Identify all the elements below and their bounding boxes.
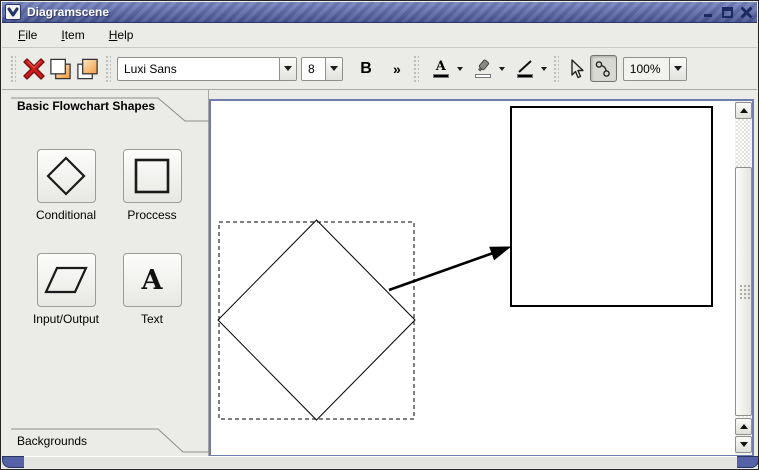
font-color-swatch: [432, 73, 449, 78]
line-color-button[interactable]: [513, 57, 537, 81]
diagram-canvas[interactable]: [211, 101, 735, 455]
diamond-icon: [46, 156, 86, 196]
process-shape-button[interactable]: [122, 149, 182, 203]
conditional-shape-button[interactable]: [36, 149, 96, 203]
diagram-arrow-head[interactable]: [489, 246, 512, 261]
shape-cell-text: A Text: [113, 253, 191, 326]
selection-rect[interactable]: [218, 221, 415, 420]
window-corner-right: [737, 456, 758, 468]
send-to-back-button[interactable]: [74, 55, 101, 82]
zoom-value: 100%: [629, 61, 661, 76]
titlebar[interactable]: Diagramscene: [2, 2, 757, 23]
arrow-up-icon: [739, 108, 748, 113]
toolbar-overflow-button[interactable]: »: [393, 61, 401, 77]
toolbar: Luxi Sans 8 B » A 100%: [2, 48, 757, 90]
bring-to-front-icon: [50, 58, 71, 79]
line-color-dropdown[interactable]: [539, 57, 549, 81]
toolbar-handle[interactable]: [10, 54, 16, 83]
shape-cell-io: Input/Output: [27, 253, 105, 326]
window-menu-icon[interactable]: [5, 4, 21, 20]
scrollbar-thumb[interactable]: [735, 167, 752, 416]
arrow-up-icon: [739, 424, 748, 429]
scroll-up-button-bottom[interactable]: [735, 418, 752, 435]
toolbar-separator: [412, 54, 419, 83]
send-to-back-icon: [77, 58, 98, 79]
letter-a-icon: A: [141, 264, 163, 296]
pointer-mode-button[interactable]: [563, 55, 590, 82]
close-button[interactable]: [738, 4, 754, 20]
font-family-dropdown-button[interactable]: [279, 57, 296, 80]
menu-item[interactable]: Item: [53, 25, 92, 45]
square-icon: [134, 158, 170, 194]
diagram-diamond-item[interactable]: [217, 219, 416, 421]
toolbox-section-flowchart[interactable]: Basic Flowchart Shapes: [17, 99, 155, 113]
font-color-group: A: [429, 57, 465, 81]
vertical-scrollbar[interactable]: [735, 101, 752, 455]
window-corner-left: [2, 456, 24, 468]
shape-label: Text: [140, 312, 163, 326]
toolbar-handle[interactable]: [105, 54, 111, 83]
font-color-dropdown[interactable]: [455, 57, 465, 81]
toolbar-separator: [552, 54, 559, 83]
text-shape-button[interactable]: A: [122, 253, 182, 307]
chevron-down-icon: [456, 66, 463, 71]
menubar: File Item Help: [2, 23, 757, 48]
arrow-down-icon: [739, 442, 748, 447]
line-color-swatch: [516, 73, 533, 78]
shape-label: Input/Output: [32, 312, 100, 326]
diagram-scene-svg[interactable]: [211, 101, 735, 455]
menu-help[interactable]: Help: [101, 25, 142, 45]
font-size-dropdown-button[interactable]: [325, 57, 342, 80]
input-output-shape-button[interactable]: [36, 253, 96, 307]
shape-label: Conditional: [35, 208, 97, 222]
font-size-value: 8: [308, 61, 315, 76]
window-bottom-frame: [2, 456, 758, 468]
chevron-down-icon: [498, 66, 505, 71]
bring-to-front-button[interactable]: [47, 55, 74, 82]
line-mode-button[interactable]: [589, 55, 617, 82]
font-color-button[interactable]: A: [429, 57, 453, 81]
chevron-down-icon: [284, 66, 292, 71]
scroll-up-button[interactable]: [735, 102, 752, 119]
minimize-button[interactable]: [700, 4, 716, 20]
zoom-combo[interactable]: 100%: [622, 56, 687, 81]
line-color-group: [513, 57, 549, 81]
window-title: Diagramscene: [27, 5, 110, 19]
chevron-down-icon: [673, 66, 682, 71]
app-window: Diagramscene File Item Help Luxi Sans 8 …: [0, 0, 759, 470]
font-family-combo[interactable]: Luxi Sans: [117, 56, 297, 81]
toolbox-panel: Basic Flowchart Shapes Conditional Procc…: [3, 90, 209, 458]
line-icon: [518, 59, 532, 73]
diagram-arrow-line[interactable]: [388, 250, 497, 292]
menu-file[interactable]: File: [10, 25, 45, 45]
fill-bucket-icon: [477, 59, 489, 72]
chevron-down-icon: [540, 66, 547, 71]
font-family-value: Luxi Sans: [124, 61, 177, 76]
diagram-rect-item[interactable]: [510, 106, 713, 307]
font-size-combo[interactable]: 8: [301, 56, 343, 81]
fill-color-swatch: [474, 74, 491, 78]
delete-icon: [22, 57, 45, 80]
fill-color-group: [471, 57, 507, 81]
zoom-dropdown-button[interactable]: [668, 57, 686, 80]
bold-button[interactable]: B: [353, 56, 379, 82]
delete-button[interactable]: [20, 55, 47, 82]
chevron-down-icon: [330, 66, 338, 71]
fill-color-dropdown[interactable]: [497, 57, 507, 81]
shape-cell-conditional: Conditional: [27, 149, 105, 222]
toolbox-section-backgrounds[interactable]: Backgrounds: [17, 434, 87, 448]
scroll-down-button[interactable]: [735, 436, 752, 453]
connector-icon: [595, 60, 611, 77]
maximize-button[interactable]: [719, 4, 735, 20]
parallelogram-icon: [44, 266, 88, 294]
scrollbar-grip-dots: [739, 283, 750, 300]
shape-cell-process: Proccess: [113, 149, 191, 222]
shape-label: Proccess: [127, 208, 177, 222]
font-color-icon: A: [435, 58, 446, 74]
fill-color-button[interactable]: [471, 57, 495, 81]
canvas-frame: [209, 99, 754, 457]
pointer-icon: [571, 58, 584, 78]
